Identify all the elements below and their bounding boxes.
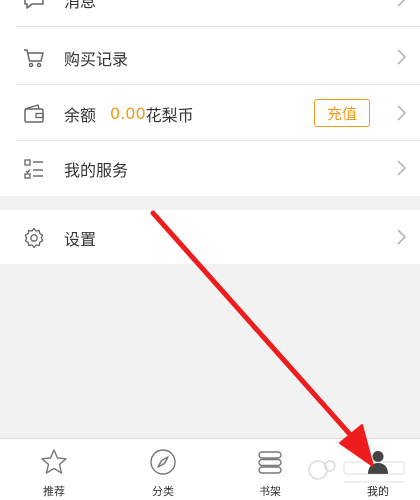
- tab-recommend[interactable]: 推荐: [12, 439, 96, 500]
- star-icon: [41, 449, 67, 474]
- message-icon: [22, 0, 46, 12]
- menu-label-balance: 余额: [64, 105, 97, 125]
- compass-icon: [150, 449, 176, 475]
- row-divider: [16, 26, 420, 27]
- menu-row-my-services[interactable]: 我的服务: [0, 141, 420, 196]
- service-list-icon: [22, 157, 46, 181]
- chevron-right-icon: [397, 105, 407, 121]
- menu-label-my-services: 我的服务: [64, 160, 129, 180]
- profile-screen: 消息 购买记录 余额 0.00 花梨币 充值 我的服务 设置 推荐 分类 书架 …: [0, 0, 420, 500]
- cart-icon: [22, 46, 46, 70]
- balance-unit: 花梨币: [145, 105, 194, 125]
- menu-row-purchase-history[interactable]: 购买记录: [0, 30, 420, 85]
- menu-label-purchase-history: 购买记录: [64, 49, 129, 69]
- chevron-right-icon: [397, 49, 407, 65]
- gear-icon: [22, 226, 46, 250]
- chevron-right-icon: [397, 0, 406, 7]
- menu-label-settings: 设置: [64, 229, 97, 249]
- menu-row-messages[interactable]: 消息: [0, 0, 420, 27]
- watermark-logo: [308, 460, 405, 483]
- balance-amount: 0.00: [110, 104, 146, 123]
- topup-button[interactable]: 充值: [314, 99, 370, 127]
- row-divider: [16, 84, 420, 85]
- menu-row-balance[interactable]: 余额 0.00 花梨币 充值: [0, 86, 420, 141]
- wallet-icon: [22, 102, 46, 126]
- tab-label: 分类: [152, 485, 174, 498]
- account-menu-group: 消息 购买记录 余额 0.00 花梨币 充值 我的服务: [0, 0, 420, 196]
- tab-category[interactable]: 分类: [121, 439, 205, 500]
- tab-label: 推荐: [43, 485, 65, 498]
- chevron-right-icon: [397, 229, 407, 245]
- settings-menu-group: 设置: [0, 210, 420, 264]
- bookshelf-icon: [258, 451, 282, 474]
- menu-label-messages: 消息: [64, 0, 97, 11]
- chevron-right-icon: [397, 160, 407, 176]
- menu-row-settings[interactable]: 设置: [0, 210, 420, 265]
